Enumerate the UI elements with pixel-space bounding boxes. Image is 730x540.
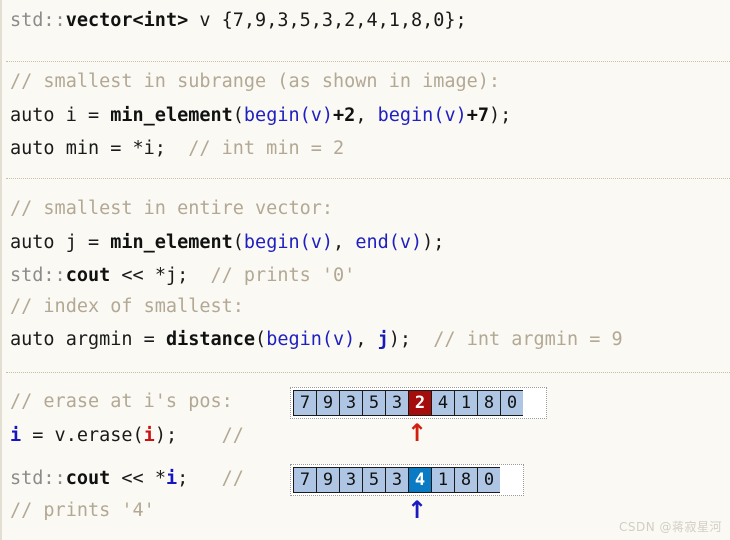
- vector-cell: 1: [431, 467, 455, 493]
- vector-cell: 3: [339, 390, 363, 416]
- vector-cell: 9: [316, 467, 340, 493]
- code-token: i: [143, 425, 155, 446]
- code-line-comment-subrange: // smallest in subrange (as shown in ima…: [10, 71, 500, 93]
- code-token: // int min = 2: [165, 138, 345, 159]
- code-token: // erase at i's pos:: [10, 391, 233, 412]
- code-separator-2: [6, 178, 730, 180]
- code-separator-1: [6, 61, 730, 63]
- code-token: << *: [110, 468, 166, 489]
- code-token: ,: [355, 329, 378, 350]
- code-token: );: [422, 232, 445, 253]
- code-token: (v): [299, 232, 334, 253]
- code-line-comment-entire: // smallest in entire vector:: [10, 198, 333, 220]
- code-token: j: [377, 329, 389, 350]
- vector-cell: 8: [477, 390, 501, 416]
- code-token: i: [10, 425, 22, 446]
- code-snippet-page: std::vector<int> v {7,9,3,5,3,2,4,1,8,0}…: [0, 0, 730, 540]
- code-line-auto-min: auto min = *i; // int min = 2: [10, 138, 344, 160]
- vector-cell: 0: [500, 390, 524, 416]
- code-token: (v): [299, 105, 334, 126]
- code-token: ;: [177, 468, 189, 489]
- code-token: begin: [266, 329, 322, 350]
- code-line-cout-j: std::cout << *j; // prints '0': [10, 265, 355, 287]
- code-token: cout: [65, 265, 111, 286]
- vector-cell-empty: [500, 467, 522, 493]
- vector-cell: 7: [293, 390, 317, 416]
- code-token: begin: [377, 105, 434, 126]
- code-token: begin: [243, 232, 300, 253]
- vector-cell-empty: [523, 390, 545, 416]
- vector-cell-highlighted: 2: [408, 390, 432, 416]
- code-token: auto i =: [10, 105, 111, 126]
- code-token: cout: [65, 468, 111, 489]
- code-token: end: [355, 232, 389, 253]
- vector-cell: 5: [362, 467, 386, 493]
- code-line-cout-i: std::cout << *i; //: [10, 468, 244, 490]
- code-token: std::: [10, 10, 66, 31]
- csdn-watermark: CSDN @蒋寂星河: [618, 520, 722, 534]
- code-token: v {7,9,3,5,3,2,4,1,8,0};: [188, 10, 467, 31]
- code-token: // int argmin = 9: [411, 329, 623, 350]
- code-token: (v): [388, 232, 423, 253]
- code-line-comment-index: // index of smallest:: [10, 296, 244, 318]
- code-line-comment-prints4: // prints '4': [10, 500, 155, 522]
- code-token: // index of smallest:: [10, 296, 244, 317]
- code-line-comment-erase: // erase at i's pos:: [10, 391, 233, 413]
- code-token: // smallest in subrange (as shown in ima…: [10, 71, 501, 92]
- vector-cell-highlighted: 4: [408, 467, 432, 493]
- vector-cell: 3: [385, 390, 409, 416]
- vector-cell: 5: [362, 390, 386, 416]
- code-line-min-element-entire: auto j = min_element(begin(v), end(v));: [10, 232, 444, 254]
- code-token: ,: [333, 232, 356, 253]
- code-token: //: [177, 425, 244, 446]
- code-token: auto min = *i;: [10, 138, 166, 159]
- code-token: (v): [433, 105, 467, 126]
- code-token: vector<int>: [65, 10, 189, 31]
- vector-cell: 7: [293, 467, 317, 493]
- vector-before-erase: 7935324180: [290, 387, 547, 419]
- code-token: << *j;: [110, 265, 189, 286]
- code-line-argmin: auto argmin = distance(begin(v), j); // …: [10, 329, 623, 351]
- code-token: (: [232, 105, 244, 126]
- code-token: //: [188, 468, 244, 489]
- code-token: ,: [355, 105, 378, 126]
- code-token: // prints '4': [10, 500, 155, 521]
- code-token: distance: [165, 329, 256, 350]
- vector-cell: 9: [316, 390, 340, 416]
- code-token: );: [388, 329, 412, 350]
- code-token: (v): [321, 329, 356, 350]
- code-area: std::vector<int> v {7,9,3,5,3,2,4,1,8,0}…: [2, 0, 730, 540]
- code-separator-3: [6, 372, 730, 374]
- vector-cell: 3: [339, 467, 363, 493]
- vector-cell: 1: [454, 390, 478, 416]
- iterator-arrow-red: ↑: [407, 419, 428, 447]
- code-token: // smallest in entire vector:: [10, 198, 334, 219]
- code-token: auto argmin =: [10, 329, 166, 350]
- code-token: = v.erase(: [21, 425, 144, 446]
- code-token: i: [165, 468, 178, 489]
- vector-cell: 4: [431, 390, 455, 416]
- code-token: );: [489, 105, 512, 126]
- code-token: std::: [10, 265, 66, 286]
- iterator-arrow-blue: ↑: [407, 496, 428, 524]
- code-token: std::: [10, 468, 66, 489]
- code-token: (: [232, 232, 244, 253]
- vector-after-erase: 793534180: [290, 464, 524, 496]
- code-token: min_element: [110, 105, 233, 126]
- code-token: // prints '0': [188, 265, 356, 286]
- code-line-erase: i = v.erase(i); //: [10, 425, 244, 447]
- code-token: +7: [466, 105, 490, 126]
- code-token: begin: [243, 105, 300, 126]
- code-token: );: [154, 425, 178, 446]
- code-line-min-element-subrange: auto i = min_element(begin(v)+2, begin(v…: [10, 105, 511, 127]
- code-token: (: [255, 329, 267, 350]
- vector-cell: 0: [477, 467, 501, 493]
- code-token: min_element: [110, 232, 233, 253]
- code-token: auto j =: [10, 232, 111, 253]
- code-line-declare-vector: std::vector<int> v {7,9,3,5,3,2,4,1,8,0}…: [10, 10, 467, 32]
- code-token: +2: [333, 105, 356, 126]
- vector-cell: 8: [454, 467, 478, 493]
- vector-cell: 3: [385, 467, 409, 493]
